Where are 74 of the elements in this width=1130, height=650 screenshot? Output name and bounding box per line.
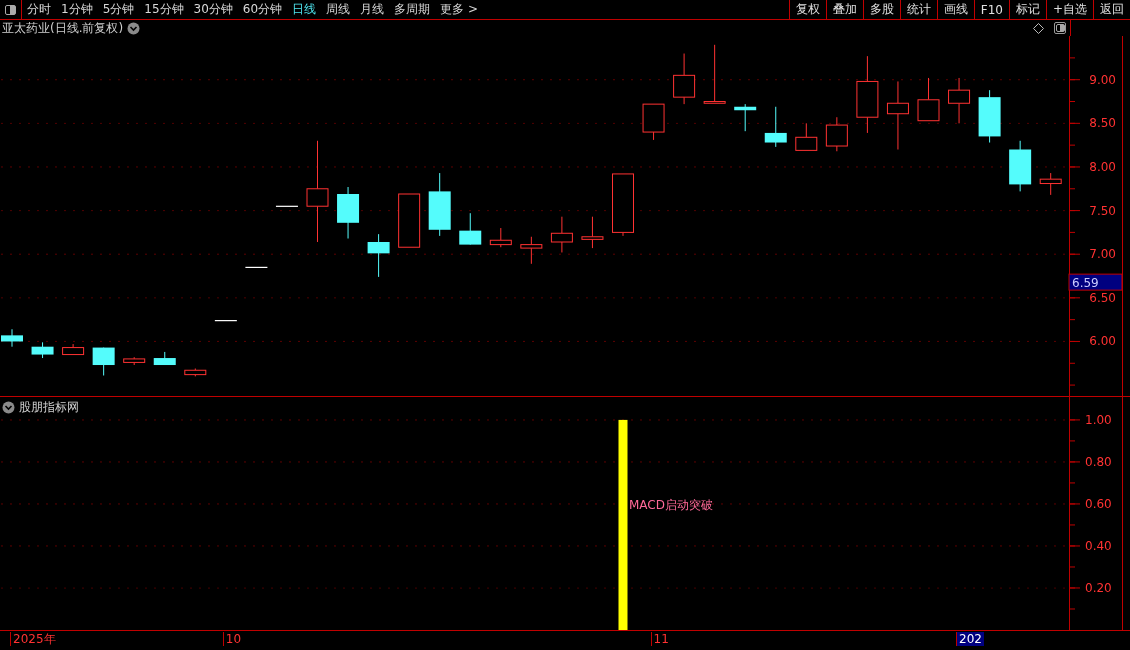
rising-candle xyxy=(825,116,848,152)
falling-candle xyxy=(734,103,757,132)
rising-candle xyxy=(673,53,696,105)
axis-label: 7.00 xyxy=(1089,247,1116,262)
rising-candle xyxy=(62,343,85,356)
period-tab[interactable]: 15分钟 xyxy=(139,0,189,19)
falling-candle xyxy=(764,106,787,148)
rising-candle xyxy=(886,80,909,150)
axis-label: 7.50 xyxy=(1089,203,1116,218)
dropdown-icon[interactable] xyxy=(127,21,141,35)
axis-label: 9.00 xyxy=(1089,72,1116,87)
falling-candle xyxy=(1009,140,1032,192)
chart-title: 亚太药业(日线.前复权) xyxy=(2,19,124,37)
axis-label: 0.60 xyxy=(1085,496,1112,511)
date-label: 10 xyxy=(222,632,244,646)
rising-candle xyxy=(703,44,726,104)
rising-candle xyxy=(612,173,634,237)
rising-candle xyxy=(948,77,971,124)
period-tab[interactable]: 日线 xyxy=(287,0,322,19)
indicator-title: 股朋指标网 xyxy=(19,399,79,416)
date-label: 2025年 xyxy=(10,632,58,646)
signal-label: MACD启动突破 xyxy=(629,497,713,512)
cursor-price-label: 6.59 xyxy=(1068,273,1122,291)
diamond-icon[interactable] xyxy=(1033,22,1044,34)
rising-candle xyxy=(184,368,207,377)
dropdown-icon[interactable] xyxy=(2,401,15,414)
rising-candle xyxy=(520,236,543,265)
falling-candle xyxy=(978,89,1001,143)
falling-candle xyxy=(367,233,390,278)
period-tab[interactable]: 60分钟 xyxy=(237,0,288,19)
rising-candle xyxy=(489,227,512,248)
axis-label: 0.80 xyxy=(1085,454,1112,469)
axis-label: 8.00 xyxy=(1089,159,1116,174)
axis-label: 0.20 xyxy=(1085,581,1112,595)
toolbar-button[interactable]: F10 xyxy=(973,0,1009,19)
axis-label: 6.50 xyxy=(1089,290,1116,305)
axis-label: 6.00 xyxy=(1089,334,1116,349)
rising-candle xyxy=(795,122,818,151)
axis-label: 0.40 xyxy=(1085,538,1112,553)
rising-candle xyxy=(550,216,573,253)
period-tab[interactable]: 更多 > xyxy=(435,0,483,19)
rising-candle xyxy=(398,193,421,248)
toolbar-button[interactable]: 复权 xyxy=(788,0,826,19)
toolbar-button[interactable]: 叠加 xyxy=(825,0,863,19)
toolbar-button[interactable]: 返回 xyxy=(1093,0,1130,19)
rising-candle xyxy=(642,103,665,141)
axis-label: 8.50 xyxy=(1089,116,1116,131)
toolbar-button[interactable]: 多股 xyxy=(862,0,900,19)
date-label: 202 xyxy=(956,632,984,646)
toolbar-button[interactable]: 统计 xyxy=(899,0,937,19)
rising-candle xyxy=(917,77,940,122)
falling-candle xyxy=(337,186,360,239)
period-tab[interactable]: 30分钟 xyxy=(188,0,238,19)
axis-label: 1.00 xyxy=(1085,412,1112,427)
toolbar-button[interactable]: +自选 xyxy=(1045,0,1093,19)
falling-candle xyxy=(92,347,115,376)
period-tab[interactable]: 月线 xyxy=(355,0,390,19)
rising-candle xyxy=(581,216,604,249)
period-tab[interactable]: 周线 xyxy=(321,0,356,19)
period-tab[interactable]: 分时 xyxy=(22,0,56,19)
rising-candle xyxy=(1039,172,1062,196)
falling-candle xyxy=(459,212,482,246)
falling-candle xyxy=(1,328,23,348)
rising-candle xyxy=(123,356,146,366)
date-label: 11 xyxy=(650,632,671,646)
panel-toggle-icon[interactable] xyxy=(1054,22,1066,34)
falling-candle xyxy=(31,341,54,359)
falling-candle xyxy=(153,351,176,366)
period-tab[interactable]: 1分钟 xyxy=(56,0,98,19)
period-tab[interactable]: 多周期 xyxy=(389,0,436,19)
falling-candle xyxy=(428,172,451,237)
toolbar-button[interactable]: 标记 xyxy=(1008,0,1046,19)
toolbar-button[interactable]: 画线 xyxy=(936,0,974,19)
period-tab[interactable]: 5分钟 xyxy=(97,0,140,19)
